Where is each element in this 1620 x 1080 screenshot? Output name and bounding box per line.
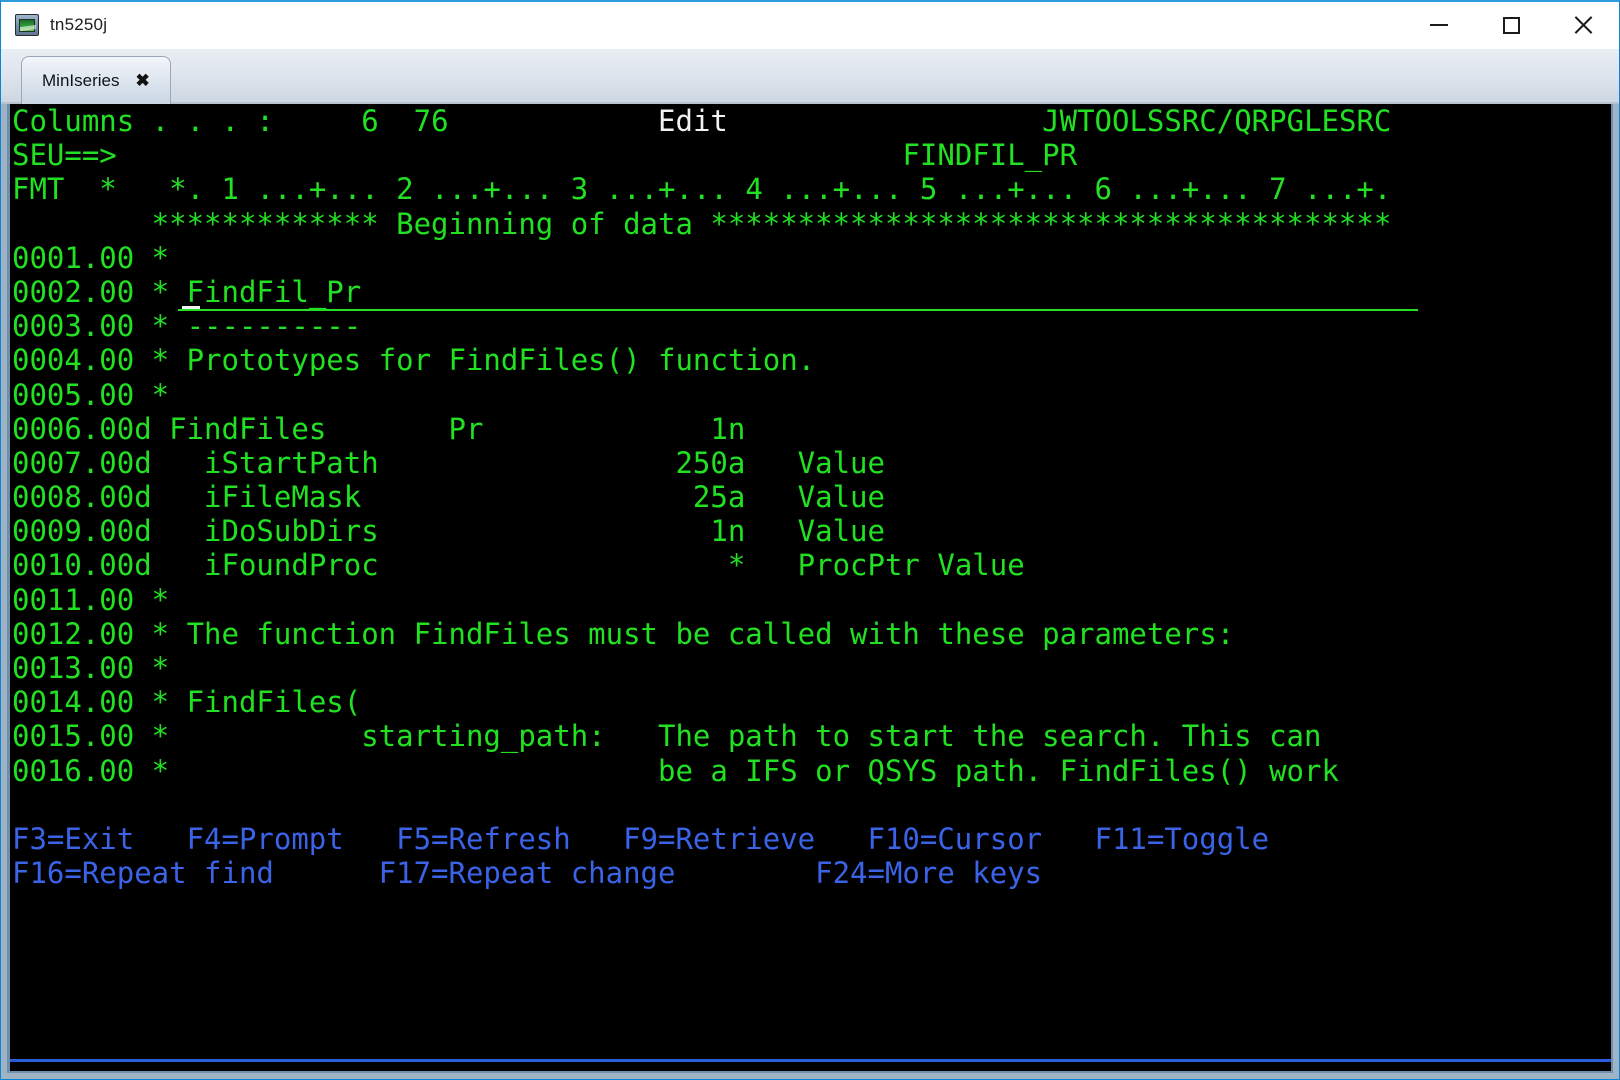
spacer-4 bbox=[728, 104, 1042, 138]
line-number[interactable]: 0009.00 bbox=[12, 514, 134, 548]
member-label: FINDFIL_PR bbox=[902, 138, 1078, 173]
line-number[interactable]: 0007.00 bbox=[12, 446, 134, 480]
line-text[interactable]: ************* Beginning of data ********… bbox=[12, 207, 1392, 241]
line-number[interactable]: 0003.00 bbox=[12, 309, 134, 343]
spacer-6 bbox=[117, 172, 169, 206]
status-bar: 2/9 bbox=[10, 1062, 1611, 1071]
line-number[interactable]: 0010.00 bbox=[12, 548, 134, 582]
code-line-row[interactable]: 0011.00 * bbox=[12, 583, 1611, 617]
tab-close-icon[interactable]: ✖ bbox=[135, 72, 149, 89]
line-text[interactable]: * be a IFS or QSYS path. FindFiles() wor… bbox=[134, 754, 1339, 788]
line-text[interactable]: d iStartPath 250a Value bbox=[134, 446, 885, 480]
line-number[interactable]: 0012.00 bbox=[12, 617, 134, 651]
line-number[interactable]: 0005.00 bbox=[12, 378, 134, 412]
line-number[interactable]: 0013.00 bbox=[12, 651, 134, 685]
line-text[interactable]: * bbox=[134, 651, 169, 685]
seu-prompt-label: SEU==> bbox=[12, 138, 117, 173]
line-text[interactable]: * FindFiles( bbox=[134, 685, 362, 719]
spacer-1 bbox=[274, 104, 361, 138]
close-icon bbox=[1572, 14, 1594, 36]
screen-header-fmt: FMT * *. 1 ...+... 2 ...+... 3 ...+... 4… bbox=[12, 172, 1611, 206]
tab-strip: MinIseries ✖ bbox=[1, 48, 1619, 104]
screen-rows: Columns . . . : 6 76 Edit JWTOOLSSRC/QRP… bbox=[10, 104, 1611, 890]
fmt-ruler: *. 1 ...+... 2 ...+... 3 ...+... 4 ...+.… bbox=[169, 172, 1392, 207]
application-window: tn5250j MinIseries ✖ Columns . . . : 6 7… bbox=[0, 0, 1620, 1080]
terminal-app-icon bbox=[15, 14, 39, 36]
beginning-of-data-row[interactable]: ************* Beginning of data ********… bbox=[12, 207, 1611, 241]
maximize-icon bbox=[1502, 16, 1520, 34]
line-text[interactable]: * FindFil_Pr bbox=[134, 275, 362, 309]
function-keys-row-1: F3=Exit F4=Prompt F5=Refresh F9=Retrieve… bbox=[12, 821, 1270, 856]
library-file-label: JWTOOLSSRC/QRPGLESRC bbox=[1042, 104, 1392, 138]
fmt-label: FMT * bbox=[12, 172, 117, 207]
screen-header-columns: Columns . . . : 6 76 Edit JWTOOLSSRC/QRP… bbox=[12, 104, 1611, 138]
code-line-row[interactable]: 0010.00d iFoundProc * ProcPtr Value bbox=[12, 548, 1611, 582]
columns-to: 76 bbox=[413, 104, 449, 138]
line-number[interactable]: 0004.00 bbox=[12, 343, 134, 377]
code-line-row[interactable]: 0004.00 * Prototypes for FindFiles() fun… bbox=[12, 343, 1611, 377]
minimize-button[interactable] bbox=[1403, 2, 1475, 48]
blank-row bbox=[12, 788, 1611, 822]
tab-miniseries[interactable]: MinIseries ✖ bbox=[21, 56, 171, 104]
close-button[interactable] bbox=[1547, 2, 1619, 48]
code-line-row[interactable]: 0014.00 * FindFiles( bbox=[12, 685, 1611, 719]
line-text[interactable]: d iFileMask 25a Value bbox=[134, 480, 885, 514]
seu-input-underline[interactable] bbox=[178, 309, 1418, 311]
code-line-row[interactable]: 0007.00d iStartPath 250a Value bbox=[12, 446, 1611, 480]
line-number[interactable]: 0008.00 bbox=[12, 480, 134, 514]
title-bar: tn5250j bbox=[1, 2, 1619, 48]
line-number[interactable]: 0001.00 bbox=[12, 241, 134, 275]
window-title: tn5250j bbox=[50, 15, 108, 34]
title-bar-left: tn5250j bbox=[1, 14, 107, 36]
line-number[interactable]: 0011.00 bbox=[12, 583, 134, 617]
line-text[interactable]: * Prototypes for FindFiles() function. bbox=[134, 343, 815, 377]
line-text[interactable]: * starting_path: The path to start the s… bbox=[134, 719, 1322, 753]
tab-label: MinIseries bbox=[42, 70, 120, 90]
spacer-5 bbox=[117, 138, 903, 172]
columns-from: 6 bbox=[361, 104, 379, 138]
minimize-icon bbox=[1430, 24, 1448, 26]
screen-header-seu: SEU==> FINDFIL_PR bbox=[12, 138, 1611, 172]
code-line-row[interactable]: 0008.00d iFileMask 25a Value bbox=[12, 480, 1611, 514]
line-text[interactable]: d FindFiles Pr 1n bbox=[134, 412, 745, 446]
line-text[interactable]: * bbox=[134, 583, 169, 617]
line-number[interactable]: 0002.00 bbox=[12, 275, 134, 309]
line-text[interactable]: * The function FindFiles must be called … bbox=[134, 617, 1235, 651]
text-cursor bbox=[182, 306, 200, 309]
line-number[interactable]: 0014.00 bbox=[12, 685, 134, 719]
edit-mode-label: Edit bbox=[658, 104, 728, 138]
code-line-row[interactable]: 0002.00 * FindFil_Pr bbox=[12, 275, 1611, 309]
line-number[interactable]: 0015.00 bbox=[12, 719, 134, 753]
function-keys-row-2: F16=Repeat find F17=Repeat change F24=Mo… bbox=[12, 856, 1043, 891]
tn5250-screen[interactable]: Columns . . . : 6 76 Edit JWTOOLSSRC/QRP… bbox=[7, 104, 1613, 1073]
line-text[interactable]: d iDoSubDirs 1n Value bbox=[134, 514, 885, 548]
code-line-row[interactable]: 0005.00 * bbox=[12, 378, 1611, 412]
line-text[interactable]: d iFoundProc * ProcPtr Value bbox=[134, 548, 1024, 582]
spacer-2 bbox=[379, 104, 414, 138]
code-line-row[interactable]: 0013.00 * bbox=[12, 651, 1611, 685]
code-line-row[interactable]: 0012.00 * The function FindFiles must be… bbox=[12, 617, 1611, 651]
code-line-row[interactable]: 0003.00 * ---------- bbox=[12, 309, 1611, 343]
line-number[interactable]: 0016.00 bbox=[12, 754, 134, 788]
window-controls bbox=[1403, 2, 1619, 48]
line-number[interactable]: 0006.00 bbox=[12, 412, 134, 446]
code-line-row[interactable]: 0009.00d iDoSubDirs 1n Value bbox=[12, 514, 1611, 548]
spacer-3 bbox=[449, 104, 659, 138]
line-text[interactable]: * bbox=[134, 378, 169, 412]
code-line-row[interactable]: 0006.00d FindFiles Pr 1n bbox=[12, 412, 1611, 446]
code-line-row[interactable]: 0016.00 * be a IFS or QSYS path. FindFil… bbox=[12, 754, 1611, 788]
code-line-row[interactable]: 0001.00 * bbox=[12, 241, 1611, 275]
code-line-row[interactable]: 0015.00 * starting_path: The path to sta… bbox=[12, 719, 1611, 753]
line-text[interactable]: * bbox=[134, 241, 169, 275]
columns-label: Columns . . . : bbox=[12, 104, 274, 138]
source-code-lines: ************* Beginning of data ********… bbox=[12, 207, 1611, 788]
maximize-button[interactable] bbox=[1475, 2, 1547, 48]
line-text[interactable]: * ---------- bbox=[134, 309, 362, 343]
terminal-container: Columns . . . : 6 76 Edit JWTOOLSSRC/QRP… bbox=[1, 104, 1619, 1079]
